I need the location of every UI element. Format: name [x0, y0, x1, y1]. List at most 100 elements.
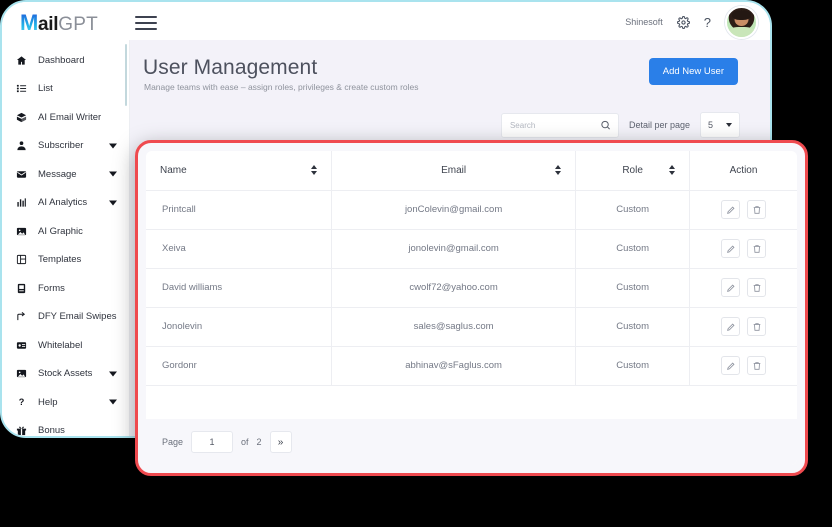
page-title: User Management [143, 56, 317, 80]
box-icon [16, 112, 33, 123]
chevron-down-icon[interactable] [109, 371, 117, 376]
sidebar-item-whitelabel[interactable]: Whitelabel [2, 331, 129, 360]
sidebar-item-stock-assets[interactable]: Stock Assets [2, 360, 129, 389]
sidebar-nav-list: Dashboard List AI Email Writer Subscriber Me… [2, 46, 129, 436]
hamburger-bar [135, 22, 157, 24]
chevron-down-icon[interactable] [109, 172, 117, 177]
hamburger-icon[interactable] [135, 16, 157, 30]
sidebar-item-ai-graphic[interactable]: AI Graphic [2, 217, 129, 246]
cell-role: Custom [576, 346, 690, 385]
pagination-page-label: Page [162, 437, 183, 447]
sidebar-item-label: Subscriber [38, 140, 83, 151]
sidebar-item-dashboard[interactable]: Dashboard [2, 46, 129, 75]
sidebar-item-label: Help [38, 397, 58, 408]
pagination-next-button[interactable]: » [270, 431, 292, 453]
sidebar-item-label: Bonus [38, 425, 65, 436]
sidebar-item-ai-email-writer[interactable]: AI Email Writer [2, 103, 129, 132]
cell-actions [690, 268, 797, 307]
app-logo[interactable]: MailGPT [20, 10, 98, 36]
search-box[interactable] [501, 113, 619, 138]
delete-row-button[interactable] [747, 317, 766, 336]
gear-icon[interactable] [677, 16, 690, 29]
pagination-page-input[interactable] [191, 431, 233, 453]
delete-row-button[interactable] [747, 239, 766, 258]
sidebar[interactable]: Dashboard List AI Email Writer Subscriber Me… [2, 40, 130, 436]
sidebar-item-label: Message [38, 169, 77, 180]
column-header-role[interactable]: Role [576, 151, 690, 190]
cell-name: Jonolevin [146, 307, 332, 346]
add-new-user-button[interactable]: Add New User [649, 58, 738, 85]
search-icon [600, 120, 611, 131]
cell-role: Custom [576, 307, 690, 346]
search-input[interactable] [502, 114, 598, 137]
sort-icon[interactable] [555, 165, 561, 175]
share-icon [16, 311, 33, 322]
bar-chart-icon [16, 197, 33, 208]
sidebar-item-subscriber[interactable]: Subscriber [2, 132, 129, 161]
gift-icon [16, 425, 33, 436]
cell-name: Gordonr [146, 346, 332, 385]
chevron-down-icon[interactable] [109, 143, 117, 148]
column-header-name[interactable]: Name [146, 151, 332, 190]
picture-icon [16, 368, 33, 379]
edit-row-button[interactable] [721, 278, 740, 297]
edit-row-button[interactable] [721, 356, 740, 375]
column-label: Name [160, 165, 187, 176]
edit-row-button[interactable] [721, 239, 740, 258]
account-name: Shinesoft [625, 17, 663, 27]
chevron-down-icon [726, 123, 732, 127]
detail-per-page-value: 5 [708, 120, 713, 130]
sidebar-item-label: Templates [38, 254, 81, 265]
table-row: Gordonrabhinav@sFaglus.comCustom [146, 346, 797, 385]
logo-letter-m: M [20, 10, 38, 36]
cell-email: abhinav@sFaglus.com [332, 346, 576, 385]
column-header-action: Action [690, 151, 797, 190]
sidebar-item-label: Forms [38, 283, 65, 294]
envelope-icon [16, 169, 33, 180]
sidebar-item-message[interactable]: Message [2, 160, 129, 189]
table-toolbar: Detail per page 5 [501, 112, 740, 138]
logo-text-gpt: GPT [58, 14, 98, 36]
cell-email: jonColevin@gmail.com [332, 190, 576, 229]
sidebar-item-label: List [38, 83, 53, 94]
detail-per-page-select[interactable]: 5 [700, 112, 740, 138]
sidebar-item-label: Whitelabel [38, 340, 82, 351]
delete-row-button[interactable] [747, 356, 766, 375]
sidebar-item-label: AI Email Writer [38, 112, 101, 123]
user-icon [16, 140, 33, 151]
cell-email: jonolevin@gmail.com [332, 229, 576, 268]
chevron-down-icon[interactable] [109, 200, 117, 205]
page-subtitle: Manage teams with ease – assign roles, p… [144, 82, 419, 92]
sidebar-item-bonus[interactable]: Bonus [2, 417, 129, 437]
chevron-down-icon[interactable] [109, 400, 117, 405]
cell-name: Xeiva [146, 229, 332, 268]
sidebar-item-ai-analytics[interactable]: AI Analytics [2, 189, 129, 218]
image-icon [16, 226, 33, 237]
list-icon [16, 83, 33, 94]
sidebar-item-dfy-email-swipes[interactable]: DFY Email Swipes [2, 303, 129, 332]
edit-row-button[interactable] [721, 200, 740, 219]
delete-row-button[interactable] [747, 200, 766, 219]
sort-icon[interactable] [669, 165, 675, 175]
delete-row-button[interactable] [747, 278, 766, 297]
topbar-right-cluster: Shinesoft ? [625, 6, 758, 38]
edit-row-button[interactable] [721, 317, 740, 336]
table-row: Jonolevinsales@saglus.comCustom [146, 307, 797, 346]
cell-actions [690, 229, 797, 268]
pagination-of-label: of [241, 437, 249, 447]
sidebar-item-list[interactable]: List [2, 75, 129, 104]
cell-actions [690, 346, 797, 385]
question-mark-icon[interactable]: ? [704, 15, 711, 30]
logo-text-ail: ail [38, 14, 58, 36]
cell-email: sales@saglus.com [332, 307, 576, 346]
cell-actions [690, 190, 797, 229]
sidebar-item-help[interactable]: ?Help [2, 388, 129, 417]
avatar[interactable] [725, 6, 758, 39]
sidebar-item-forms[interactable]: Forms [2, 274, 129, 303]
column-header-email[interactable]: Email [332, 151, 576, 190]
home-icon [16, 55, 33, 66]
table-header-row: Name Email Role [146, 151, 797, 190]
sidebar-item-templates[interactable]: Templates [2, 246, 129, 275]
sort-icon[interactable] [311, 165, 317, 175]
form-icon [16, 283, 33, 294]
